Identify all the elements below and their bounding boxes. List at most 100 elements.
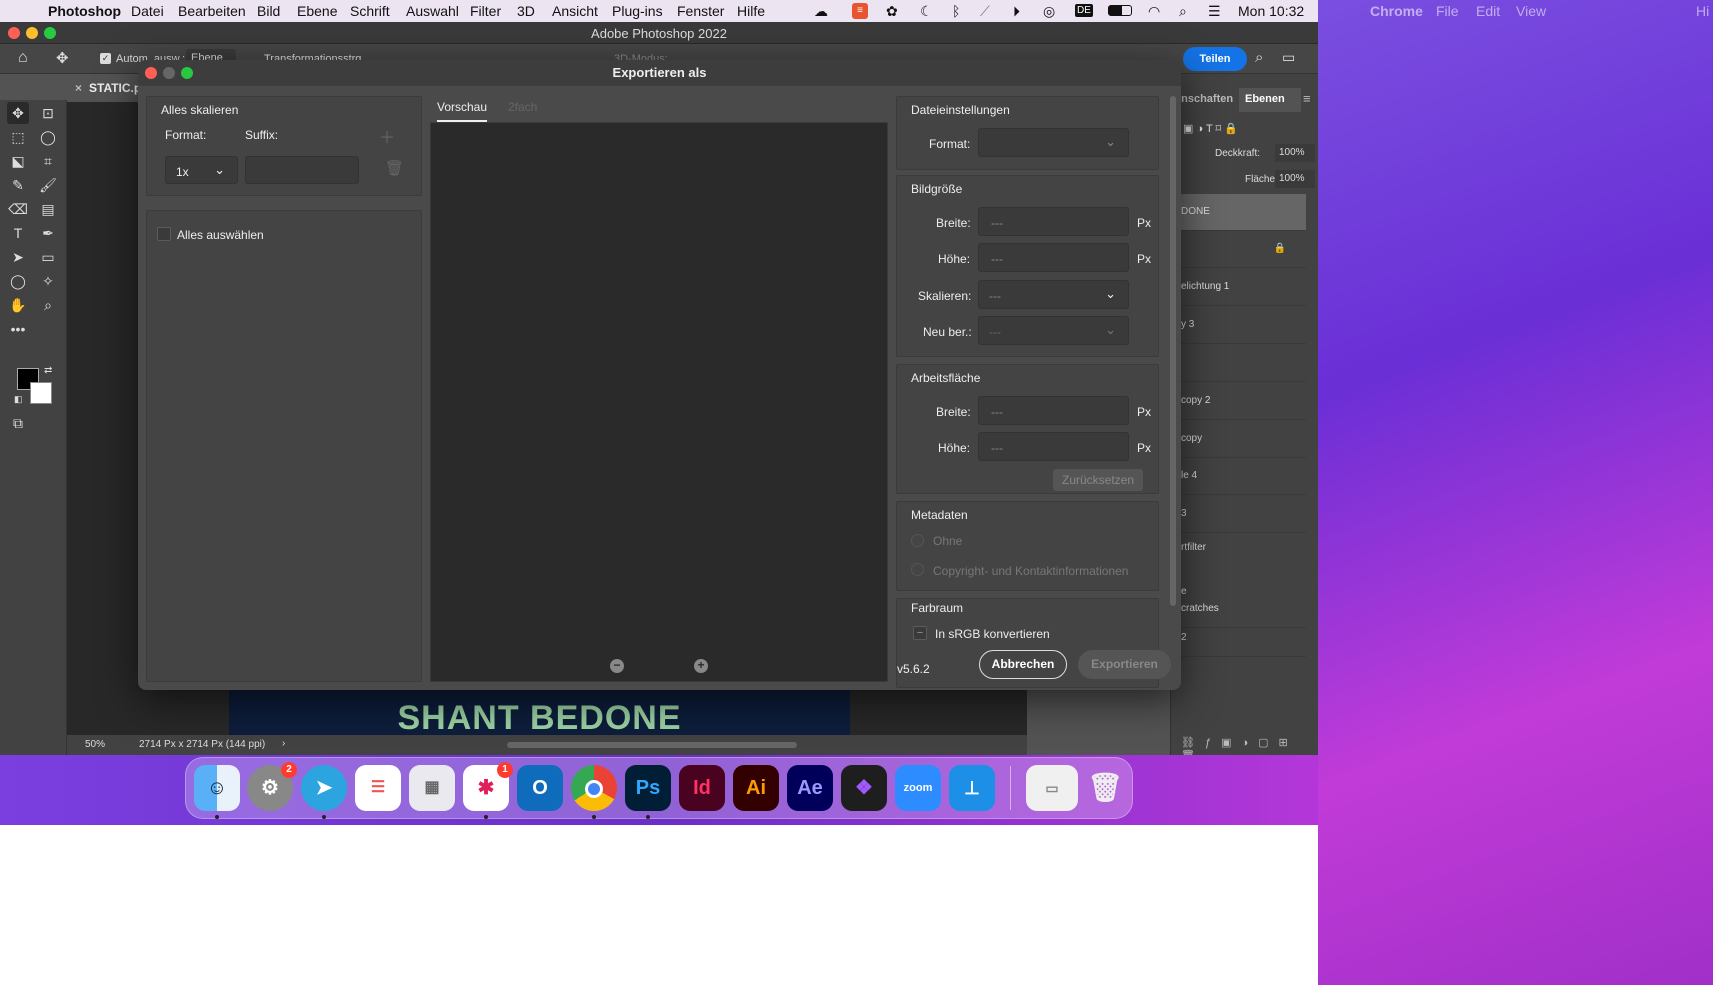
srgb-label[interactable]: In sRGB konvertieren	[935, 627, 1050, 641]
zoom-icon[interactable]: zoom	[895, 765, 941, 811]
clock[interactable]: Mon 10:32	[1238, 3, 1304, 19]
menu-schrift[interactable]: Schrift	[350, 3, 390, 19]
move-tool-icon[interactable]: ✥	[7, 102, 29, 124]
tab-preview[interactable]: Vorschau	[437, 100, 488, 122]
zoom-in-icon[interactable]: +	[694, 659, 708, 673]
chevron-right-icon[interactable]: ›	[282, 738, 285, 749]
zoom-level[interactable]: 50%	[85, 739, 105, 750]
indesign-icon[interactable]: Id	[679, 765, 725, 811]
default-colors-icon[interactable]: ◧	[14, 394, 23, 405]
creative-cloud-icon[interactable]: ☁	[814, 3, 828, 20]
menu-3d[interactable]: 3D	[517, 3, 535, 19]
battery-icon[interactable]	[1108, 5, 1132, 16]
rectangle-tool-icon[interactable]: ▭	[37, 246, 59, 268]
sync-icon[interactable]: ✿	[886, 3, 898, 20]
menu-filter[interactable]: Filter	[470, 3, 501, 19]
system-settings-icon[interactable]: ⚙ 2	[247, 762, 297, 811]
swap-colors-icon[interactable]: ⇄	[44, 365, 52, 376]
reset-button[interactable]: Zurücksetzen	[1053, 469, 1143, 491]
minimized-window-thumbnail[interactable]: ▭	[1026, 765, 1078, 811]
artboard-width-input[interactable]: ---	[978, 396, 1129, 425]
artboard-tool-icon[interactable]: ⊡	[37, 102, 59, 124]
reminders-icon[interactable]: ☰	[355, 765, 401, 811]
app-status-icon[interactable]: ≡	[852, 3, 868, 19]
zoom-tool-icon[interactable]: ⌕	[37, 294, 59, 316]
layer-row[interactable]: copy 2	[1171, 383, 1306, 420]
outlook-icon[interactable]: O	[517, 765, 563, 811]
auto-select-checkbox[interactable]: ✓	[100, 53, 111, 64]
menu-auswahl[interactable]: Auswahl	[406, 3, 459, 19]
preview-area[interactable]: − +	[430, 122, 888, 682]
type-tool-icon[interactable]: T	[7, 222, 29, 244]
brush-tool-icon[interactable]: 🖌	[37, 174, 59, 196]
layer-row[interactable]: elichtung 1	[1171, 269, 1306, 306]
search-icon[interactable]: ⌕	[1255, 49, 1263, 66]
chrome-icon[interactable]	[571, 765, 617, 811]
menu-plugins[interactable]: Plug-ins	[612, 3, 663, 19]
layer-row[interactable]: copy	[1171, 421, 1306, 458]
pen-tool-icon[interactable]: ✒	[37, 222, 59, 244]
dialog-scrollbar[interactable]	[1170, 96, 1176, 606]
eyedropper-tool-icon[interactable]: ✎	[7, 174, 29, 196]
slack-icon[interactable]: ✱ 1	[463, 762, 513, 811]
home-icon[interactable]: ⌂	[18, 49, 28, 67]
suffix-input[interactable]	[245, 156, 359, 184]
select-all-label[interactable]: Alles auswählen	[177, 228, 264, 242]
finder-icon[interactable]: ☺	[194, 765, 240, 811]
menu-app-name[interactable]: Photoshop	[48, 3, 121, 19]
layer-row[interactable]: 2	[1171, 620, 1306, 657]
document-tab[interactable]: × STATIC.p	[67, 74, 147, 102]
bluetooth-icon[interactable]: ᛒ	[952, 3, 960, 19]
chrome-menu-file[interactable]: File	[1436, 3, 1459, 19]
airdrop-icon[interactable]: ◎	[1043, 3, 1055, 20]
keynote-icon[interactable]: ⊥	[949, 765, 995, 811]
illustrator-icon[interactable]: Ai	[733, 765, 779, 811]
file-format-dropdown[interactable]: ⌄	[978, 128, 1129, 157]
hand-tool-icon[interactable]: ✋	[7, 294, 29, 316]
layer-row[interactable]: rtfilter	[1171, 530, 1306, 567]
metadata-none-radio[interactable]	[911, 534, 924, 547]
control-center-icon[interactable]: ☰	[1208, 3, 1221, 20]
move-tool-icon[interactable]: ✥	[56, 49, 69, 67]
chrome-menu-view[interactable]: View	[1516, 3, 1546, 19]
layer-row[interactable]: 🔒	[1171, 231, 1306, 268]
chrome-app-name[interactable]: Chrome	[1370, 3, 1423, 19]
chrome-menu-edit[interactable]: Edit	[1476, 3, 1500, 19]
resample-dropdown[interactable]: --- ⌄	[978, 316, 1129, 345]
moon-icon[interactable]: ☾	[920, 3, 933, 20]
close-tab-icon[interactable]: ×	[75, 81, 82, 95]
layer-row[interactable]: DONE	[1171, 194, 1306, 231]
horizontal-scrollbar[interactable]	[507, 742, 797, 748]
tab-properties[interactable]: enschaften	[1175, 93, 1233, 105]
play-icon[interactable]: ⏵	[1013, 3, 1020, 20]
export-button[interactable]: Exportieren	[1078, 650, 1171, 679]
menu-hilfe[interactable]: Hilfe	[737, 3, 765, 19]
launchpad-icon[interactable]: ▦	[409, 765, 455, 811]
opacity-input[interactable]: 100%	[1275, 144, 1315, 162]
background-color-swatch[interactable]	[30, 382, 52, 404]
input-source-icon[interactable]: DE	[1075, 4, 1093, 17]
wifi-icon[interactable]: ◠	[1148, 3, 1160, 20]
layer-row[interactable]: 3	[1171, 496, 1306, 533]
workspace-icon[interactable]: ▭	[1282, 49, 1295, 66]
more-tools-icon[interactable]: •••	[7, 318, 29, 340]
figma-icon[interactable]: ❖	[841, 765, 887, 811]
after-effects-icon[interactable]: Ae	[787, 765, 833, 811]
cancel-button[interactable]: Abbrechen	[979, 650, 1067, 679]
custom-shape-tool-icon[interactable]: ✧	[37, 270, 59, 292]
fill-input[interactable]: 100%	[1275, 170, 1315, 188]
menu-datei[interactable]: Datei	[131, 3, 164, 19]
select-all-checkbox[interactable]	[157, 227, 171, 241]
layer-row[interactable]: le 4	[1171, 458, 1306, 495]
gradient-tool-icon[interactable]: ▤	[37, 198, 59, 220]
tab-layers[interactable]: Ebenen	[1239, 88, 1301, 112]
artboard-height-input[interactable]: ---	[978, 432, 1129, 461]
layer-row[interactable]	[1171, 345, 1306, 382]
trash-icon[interactable]: 🗑	[1082, 765, 1128, 811]
metadata-copyright-radio[interactable]	[911, 563, 924, 576]
layer-filter-icons[interactable]: ▣ ◑ T ⌑ 🔒	[1183, 122, 1238, 135]
chrome-menu-history[interactable]: Hi	[1696, 3, 1709, 19]
menu-ansicht[interactable]: Ansicht	[552, 3, 598, 19]
menu-fenster[interactable]: Fenster	[677, 3, 724, 19]
zoom-out-icon[interactable]: −	[610, 659, 624, 673]
